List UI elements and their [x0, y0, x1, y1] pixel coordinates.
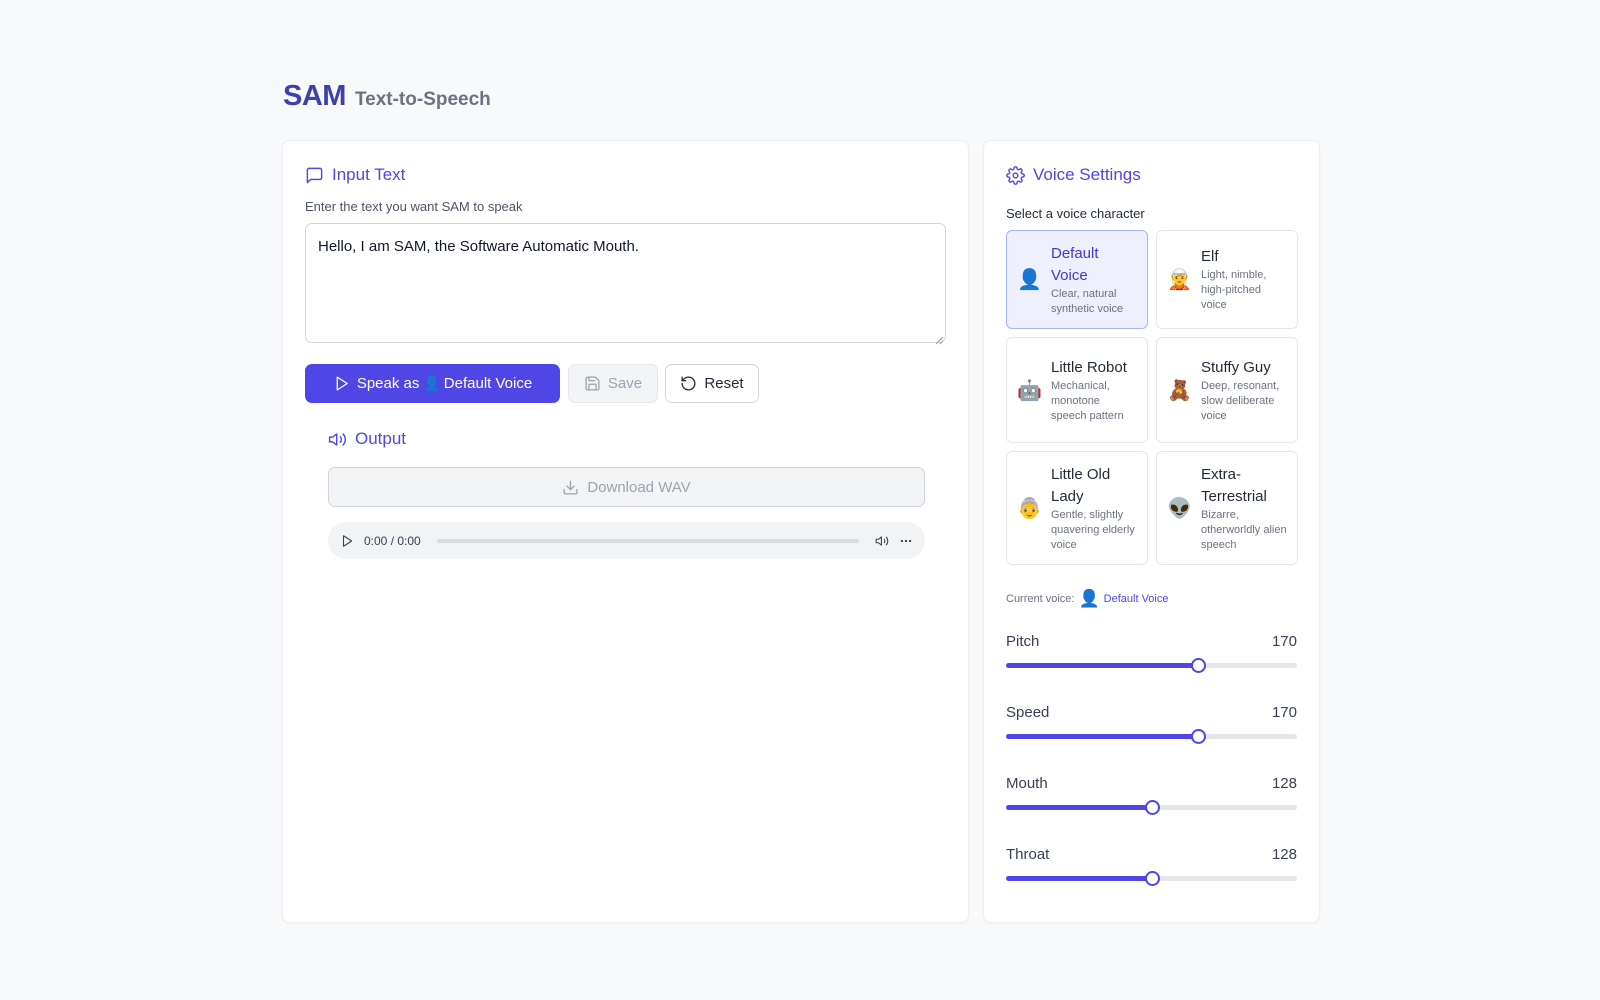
rotate-ccw-icon	[681, 376, 696, 391]
speaker-icon	[328, 432, 347, 446]
voice-text: Little Old Lady Gentle, slightly quaverin…	[1051, 464, 1137, 553]
voice-settings-panel: Voice Settings Select a voice character …	[983, 140, 1320, 923]
slider-track[interactable]	[1006, 729, 1297, 744]
textarea-resize-handle[interactable]	[935, 332, 944, 345]
voice-name: Little Old Lady	[1051, 465, 1111, 505]
slider-label: Pitch	[1006, 633, 1040, 650]
voice-name: Extra-Terrestrial	[1201, 465, 1267, 505]
app-header: SAM Text-to-Speech	[283, 80, 491, 113]
voice-text: Stuffy Guy Deep, resonant, slow deliberat…	[1201, 357, 1287, 424]
slider-mouth: Mouth 128	[1006, 775, 1297, 815]
voice-text: Extra-Terrestrial Bizarre, otherworldly a…	[1201, 464, 1287, 553]
voice-emoji: 🤖	[1017, 379, 1042, 402]
slider-track[interactable]	[1006, 800, 1297, 815]
slider-value: 128	[1271, 775, 1297, 792]
audio-time: 0:00 / 0:00	[364, 533, 421, 548]
input-panel: Input Text Enter the text you want SAM t…	[282, 140, 969, 923]
voice-card[interactable]: 🤖 Little Robot Mechanical, monotone speech…	[1006, 337, 1148, 443]
slider-label: Throat	[1006, 846, 1050, 863]
speech-text-input[interactable]: Hello, I am SAM, the Software Automatic …	[305, 223, 946, 343]
brand-title: SAM	[283, 80, 346, 112]
current-voice-name: Default Voice	[1103, 593, 1169, 605]
voice-card[interactable]: 👤 Default Voice Clear, natural synthetic v…	[1006, 230, 1148, 329]
voice-name: Default Voice	[1051, 244, 1099, 284]
voice-description: Bizarre, otherworldly alien speech	[1201, 508, 1287, 551]
reset-label: Reset	[704, 375, 744, 392]
speak-button[interactable]: Speak as 👤 Default Voice	[305, 364, 560, 403]
speak-prefix: Speak as	[356, 375, 420, 392]
audio-volume-icon[interactable]	[875, 534, 889, 548]
slider-fill	[1006, 876, 1152, 881]
speak-voice-name: Default Voice	[443, 375, 533, 392]
slider-throat: Throat 128	[1006, 846, 1297, 886]
voice-description: Deep, resonant, slow deliberate voice	[1201, 379, 1280, 422]
download-icon	[563, 479, 578, 495]
current-voice-emoji: 👤	[1078, 589, 1100, 608]
save-button[interactable]: Save	[568, 364, 658, 403]
slider-thumb[interactable]	[1144, 871, 1160, 886]
slider-thumb[interactable]	[1191, 658, 1207, 673]
slider-pitch: Pitch 170	[1006, 633, 1297, 673]
output-section-title: Output	[328, 429, 406, 449]
voice-description: Clear, natural synthetic voice	[1051, 287, 1124, 315]
voice-card[interactable]: 👵 Little Old Lady Gentle, slightly quaveri…	[1006, 451, 1148, 565]
settings-title-label: Voice Settings	[1033, 165, 1141, 184]
slider-value: 170	[1271, 633, 1297, 650]
voice-card[interactable]: 🧸 Stuffy Guy Deep, resonant, slow delibera…	[1156, 337, 1298, 443]
slider-value: 128	[1271, 846, 1297, 863]
voice-card[interactable]: 👽 Extra-Terrestrial Bizarre, otherworldly …	[1156, 451, 1298, 565]
reset-button[interactable]: Reset	[665, 364, 759, 403]
input-description: Enter the text you want SAM to speak	[305, 199, 523, 214]
audio-progress-bar[interactable]	[436, 538, 859, 543]
current-voice-label: Current voice:	[1006, 593, 1075, 605]
voice-text: Default Voice Clear, natural synthetic vo…	[1051, 243, 1137, 317]
resize-grip-icon	[935, 336, 944, 345]
floppy-disk-icon	[585, 376, 600, 391]
voice-emoji: 🧸	[1167, 379, 1192, 402]
voice-text: Little Robot Mechanical, monotone speech …	[1051, 357, 1137, 424]
slider-label: Mouth	[1006, 775, 1048, 792]
slider-fill	[1006, 663, 1199, 668]
voice-emoji: 👵	[1017, 497, 1042, 520]
message-square-icon	[306, 167, 323, 183]
voice-description: Gentle, slightly quavering elderly voice	[1051, 508, 1135, 551]
voice-emoji: 🧝	[1167, 269, 1192, 291]
voice-card[interactable]: 🧝 Elf Light, nimble, high-pitched voice	[1156, 230, 1298, 329]
voice-name: Stuffy Guy	[1201, 358, 1271, 376]
save-label: Save	[607, 375, 643, 392]
slider-label: Speed	[1006, 704, 1050, 721]
slider-speed: Speed 170	[1006, 704, 1297, 744]
voice-description: Mechanical, monotone speech pattern	[1051, 379, 1124, 422]
slider-thumb[interactable]	[1191, 729, 1207, 744]
app-subtitle: Text-to-Speech	[354, 89, 491, 110]
voice-description: Light, nimble, high-pitched voice	[1201, 269, 1267, 311]
voice-emoji: 👽	[1167, 497, 1192, 520]
play-icon	[336, 376, 348, 391]
download-wav-button[interactable]: Download WAV	[328, 467, 925, 507]
slider-track[interactable]	[1006, 658, 1297, 673]
audio-play-icon[interactable]	[340, 534, 354, 548]
audio-more-icon[interactable]	[899, 534, 913, 548]
slider-track[interactable]	[1006, 871, 1297, 886]
input-section-title: Input Text	[305, 165, 405, 185]
speak-voice-emoji: 👤	[423, 375, 441, 391]
slider-thumb[interactable]	[1144, 800, 1160, 815]
voice-emoji: 👤	[1017, 269, 1042, 291]
input-title-label: Input Text	[332, 165, 406, 184]
voice-select-label: Select a voice character	[1006, 206, 1145, 221]
current-voice: Current voice: 👤 Default Voice	[1006, 589, 1168, 609]
slider-fill	[1006, 805, 1152, 810]
settings-section-title: Voice Settings	[1006, 165, 1141, 185]
audio-player: 0:00 / 0:00	[328, 522, 925, 559]
gear-icon	[1006, 165, 1025, 185]
slider-value: 170	[1271, 704, 1297, 721]
voice-name: Little Robot	[1051, 358, 1127, 376]
slider-fill	[1006, 734, 1199, 739]
download-label: Download WAV	[587, 478, 691, 496]
voice-text: Elf Light, nimble, high-pitched voice	[1201, 246, 1287, 313]
output-title-label: Output	[355, 429, 407, 448]
voice-name: Elf	[1201, 248, 1219, 265]
